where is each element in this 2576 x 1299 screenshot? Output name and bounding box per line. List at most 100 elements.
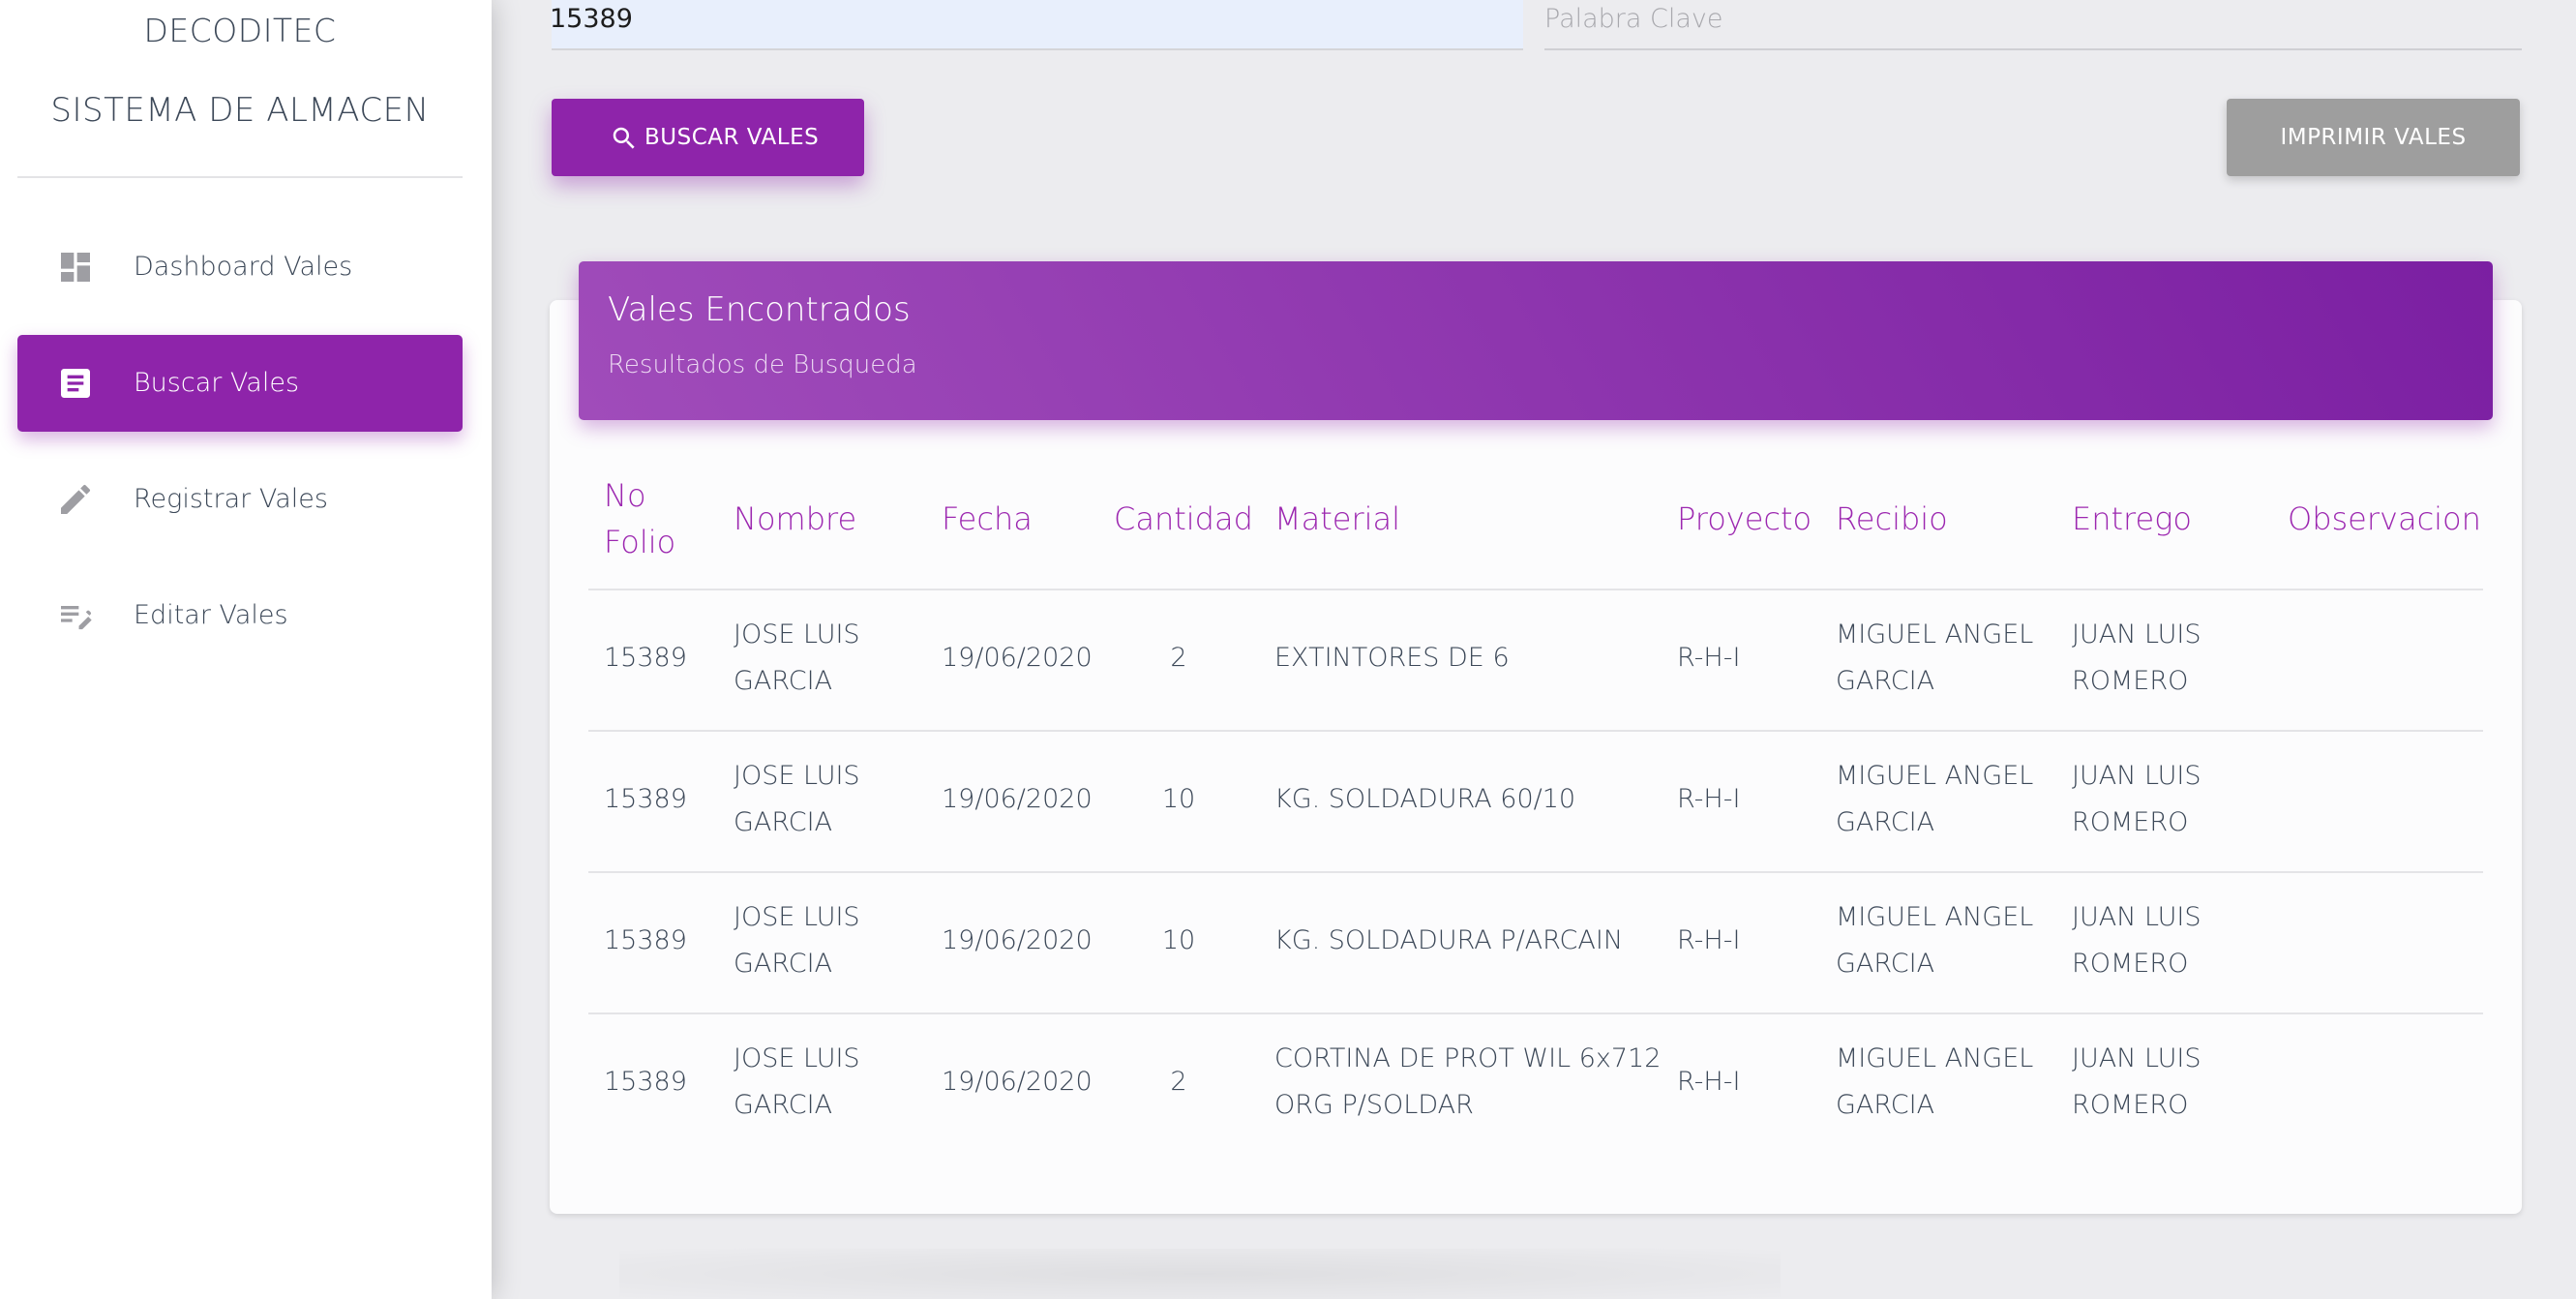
cell-cantidad: 10 <box>1161 784 1196 814</box>
table-divider <box>588 589 2483 590</box>
cell-material: EXTINTORES DE 6 <box>1274 635 1510 681</box>
cell-cantidad: 2 <box>1170 1067 1187 1097</box>
print-vales-button[interactable]: IMPRIMIR VALES <box>2227 99 2520 176</box>
cell-recibio: MIGUEL ANGEL GARCIA <box>1836 894 2033 987</box>
cell-material: KG. SOLDADURA 60/10 <box>1274 776 1575 823</box>
column-header-proyecto: Proyecto <box>1677 500 1812 537</box>
cell-material: CORTINA DE PROT WIL 6x712 ORG P/SOLDAR <box>1274 1036 1661 1129</box>
edit-list-icon <box>61 606 92 630</box>
sidebar-item-editar-vales[interactable]: Editar Vales <box>17 567 463 664</box>
folio-search-value[interactable]: 15389 <box>550 0 633 39</box>
cell-material-line1: EXTINTORES DE 6 <box>1274 643 1510 673</box>
cell-entrego-line2: ROMERO <box>2072 666 2189 696</box>
cell-fecha: 19/06/2020 <box>942 784 1093 814</box>
cell-proyecto: R-H-I <box>1677 643 1741 673</box>
cell-nombre: JOSE LUIS GARCIA <box>734 753 860 846</box>
results-card-header: Vales Encontrados Resultados de Busqueda <box>579 261 2493 420</box>
cell-folio: 15389 <box>604 784 687 814</box>
keyword-placeholder[interactable]: Palabra Clave <box>1544 0 1723 39</box>
cell-folio: 15389 <box>604 925 687 955</box>
folio-search-input[interactable] <box>552 0 1523 50</box>
column-header-fecha: Fecha <box>942 500 1033 537</box>
cell-entrego-line2: ROMERO <box>2072 1090 2189 1120</box>
app-title: SISTEMA DE ALMACEN <box>50 91 430 130</box>
cell-entrego: JUAN LUIS ROMERO <box>2072 1036 2202 1129</box>
column-header-entrego: Entrego <box>2072 500 2192 537</box>
cell-entrego: JUAN LUIS ROMERO <box>2072 753 2202 846</box>
cell-entrego: JUAN LUIS ROMERO <box>2072 894 2202 987</box>
cell-nombre-line2: GARCIA <box>734 1090 833 1120</box>
sidebar-divider <box>17 176 463 178</box>
cell-recibio-line2: GARCIA <box>1836 807 1935 837</box>
cell-entrego-line1: JUAN LUIS <box>2072 619 2202 650</box>
cell-recibio-line1: MIGUEL ANGEL <box>1836 619 2034 650</box>
results-subtitle: Resultados de Busqueda <box>608 350 917 379</box>
cell-nombre: JOSE LUIS GARCIA <box>734 894 860 987</box>
sidebar-item-label: Editar Vales <box>134 600 288 630</box>
cell-fecha: 19/06/2020 <box>942 1067 1093 1097</box>
cell-material-line1: KG. SOLDADURA P/ARCAIN <box>1274 925 1624 955</box>
cell-entrego-line2: ROMERO <box>2072 807 2189 837</box>
cell-entrego-line1: JUAN LUIS <box>2072 902 2202 932</box>
cell-folio: 15389 <box>604 643 687 673</box>
cell-nombre-line1: JOSE LUIS <box>734 619 860 650</box>
cell-recibio: MIGUEL ANGEL GARCIA <box>1836 612 2033 705</box>
table-divider <box>588 871 2483 873</box>
sidebar-item-label: Registrar Vales <box>134 484 328 514</box>
search-vales-label: BUSCAR VALES <box>644 125 820 150</box>
sidebar-item-buscar-vales[interactable]: Buscar Vales <box>17 335 463 432</box>
cell-recibio-line2: GARCIA <box>1836 666 1935 696</box>
sidebar-item-label: Buscar Vales <box>134 368 300 398</box>
cell-nombre-line1: JOSE LUIS <box>734 1043 860 1073</box>
table-divider <box>588 730 2483 732</box>
cell-cantidad: 2 <box>1170 643 1187 673</box>
cell-entrego-line2: ROMERO <box>2072 949 2189 979</box>
cell-nombre-line2: GARCIA <box>734 807 833 837</box>
cell-fecha: 19/06/2020 <box>942 643 1093 673</box>
column-header-folio-line2: Folio <box>604 524 676 560</box>
column-header-observacion: Observacion <box>2288 500 2481 537</box>
cell-cantidad: 10 <box>1161 925 1196 955</box>
search-icon <box>613 127 635 149</box>
cell-recibio-line2: GARCIA <box>1836 949 1935 979</box>
cell-material-line2: ORG P/SOLDAR <box>1274 1090 1474 1120</box>
cell-recibio-line1: MIGUEL ANGEL <box>1836 1043 2034 1073</box>
cell-nombre-line2: GARCIA <box>734 949 833 979</box>
pencil-icon <box>61 484 91 514</box>
sidebar-item-dashboard-vales[interactable]: Dashboard Vales <box>17 219 463 316</box>
cell-nombre-line1: JOSE LUIS <box>734 902 860 932</box>
cell-recibio: MIGUEL ANGEL GARCIA <box>1836 753 2033 846</box>
cell-nombre: JOSE LUIS GARCIA <box>734 1036 860 1129</box>
column-header-cantidad: Cantidad <box>1114 500 1253 537</box>
footer-shadow <box>619 1249 1781 1299</box>
cell-folio: 15389 <box>604 1067 687 1097</box>
cell-nombre-line2: GARCIA <box>734 666 833 696</box>
cell-proyecto: R-H-I <box>1677 784 1741 814</box>
cell-entrego-line1: JUAN LUIS <box>2072 1043 2202 1073</box>
cell-proyecto: R-H-I <box>1677 925 1741 955</box>
cell-material: KG. SOLDADURA P/ARCAIN <box>1274 918 1623 964</box>
column-header-folio-line1: No <box>604 477 646 514</box>
dashboard-icon <box>61 253 90 282</box>
sidebar-item-registrar-vales[interactable]: Registrar Vales <box>17 451 463 548</box>
sidebar: DECODITEC SISTEMA DE ALMACEN Dashboard V… <box>0 0 492 1299</box>
cell-recibio-line1: MIGUEL ANGEL <box>1836 761 2034 791</box>
cell-material-line1: KG. SOLDADURA 60/10 <box>1274 784 1576 814</box>
cell-proyecto: R-H-I <box>1677 1067 1741 1097</box>
cell-recibio-line2: GARCIA <box>1836 1090 1935 1120</box>
search-vales-button[interactable]: BUSCAR VALES <box>552 99 864 176</box>
table-divider <box>588 1012 2483 1014</box>
cell-recibio-line1: MIGUEL ANGEL <box>1836 902 2034 932</box>
brand-name: DECODITEC <box>143 12 337 49</box>
cell-entrego: JUAN LUIS ROMERO <box>2072 612 2202 705</box>
document-icon <box>61 369 90 398</box>
column-header-nombre: Nombre <box>734 500 857 537</box>
cell-entrego-line1: JUAN LUIS <box>2072 761 2202 791</box>
column-header-recibio: Recibio <box>1836 500 1948 537</box>
cell-material-line1: CORTINA DE PROT WIL 6x712 <box>1274 1043 1662 1073</box>
cell-recibio: MIGUEL ANGEL GARCIA <box>1836 1036 2033 1129</box>
column-header-material: Material <box>1274 500 1400 537</box>
column-header-folio: No Folio <box>604 472 675 565</box>
sidebar-item-label: Dashboard Vales <box>134 252 353 282</box>
cell-fecha: 19/06/2020 <box>942 925 1093 955</box>
